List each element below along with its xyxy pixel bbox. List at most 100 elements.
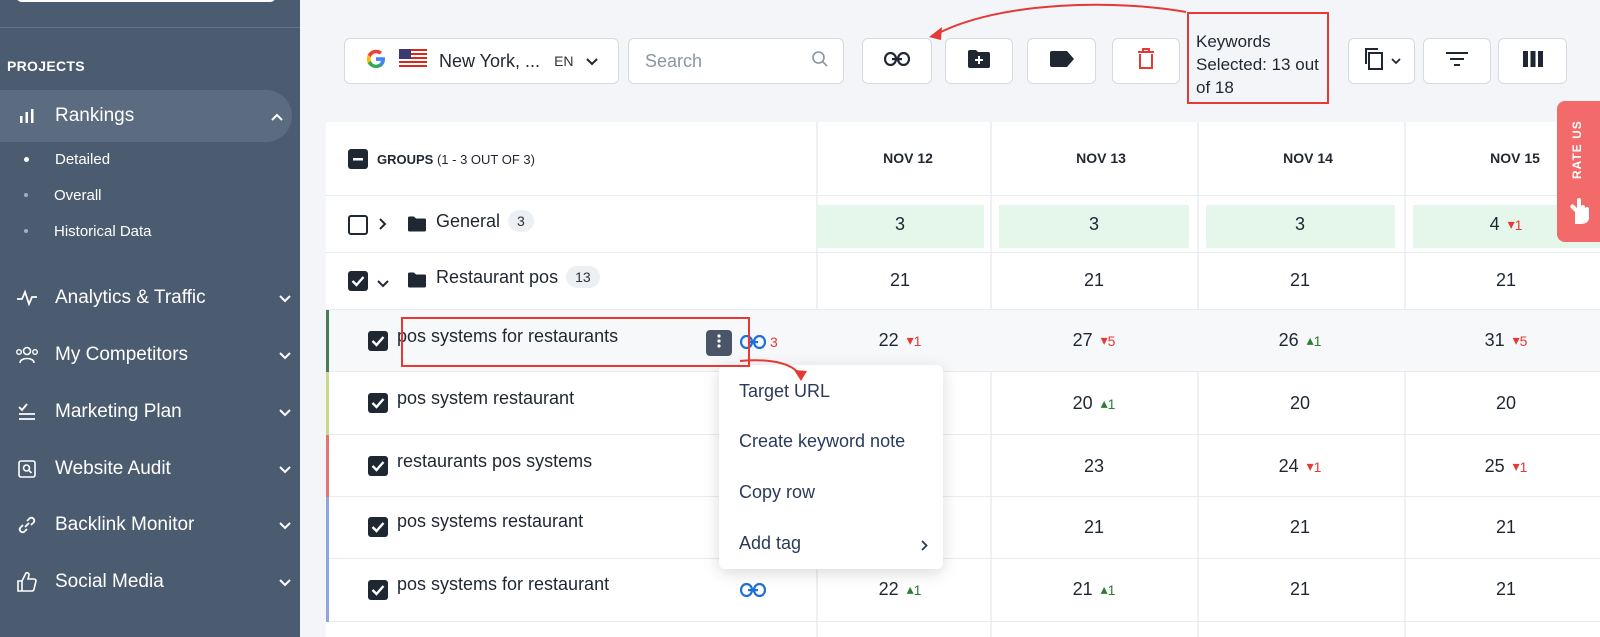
keyword-row[interactable]: restaurants pos systems 23 24 ▾ 1 25 ▾ 1 [326, 435, 1600, 497]
keyword-row[interactable]: pos systems restaurant 21 21 21 [326, 497, 1600, 559]
row-checkbox[interactable] [368, 456, 388, 476]
sidebar-item-label: Analytics & Traffic [55, 287, 206, 308]
chevron-down-icon[interactable] [270, 461, 300, 477]
bullet-icon [24, 229, 28, 233]
keyword-name[interactable]: pos systems restaurant [397, 511, 583, 532]
rank-cell: 20 ▴ 1 [1004, 393, 1184, 414]
folder-icon [407, 272, 427, 293]
row-checkbox[interactable] [348, 271, 368, 291]
group-name: General 3 [436, 210, 534, 232]
keyword-name[interactable]: pos system restaurant [397, 388, 574, 409]
bar-chart-icon [14, 103, 40, 129]
sidebar-top-input[interactable] [16, 0, 276, 2]
search-icon [811, 50, 829, 73]
link-button[interactable] [862, 38, 932, 84]
move-to-folder-button[interactable] [945, 38, 1013, 84]
groups-header: GROUPS (1 - 3 OUT OF 3) [377, 152, 535, 167]
sidebar-item-label: Website Audit [55, 458, 171, 479]
rank-value: 21 [1495, 270, 1517, 290]
keyword-name[interactable]: pos systems for restaurant [397, 574, 609, 595]
sidebar-item-website-audit[interactable]: Website Audit [0, 443, 300, 495]
copy-menu-button[interactable] [1348, 38, 1415, 84]
bullet-icon [24, 156, 29, 162]
keyword-row[interactable]: pos systems for restaurant 22 ▴ 1 21 ▴ 1 2… [326, 559, 1600, 622]
rank-cell: 31 ▾ 5 [1416, 330, 1596, 351]
row-checkbox[interactable] [368, 517, 388, 537]
link-icon [14, 512, 40, 538]
row-checkbox[interactable] [368, 331, 388, 351]
chevron-right-icon [921, 538, 928, 556]
rank-value: 21 [1289, 517, 1311, 537]
rank-value: 20 [1289, 393, 1311, 413]
rank-value: 21 [1083, 270, 1105, 290]
sidebar-item-analytics-traffic[interactable]: Analytics & Traffic [0, 272, 300, 324]
keyword-row[interactable]: pos system restaurant 20 ▴ 1 20 20 [326, 372, 1600, 435]
rankings-table: GROUPS (1 - 3 OUT OF 3) NOV 12 NOV 13 NO… [326, 122, 1600, 637]
rank-cell: 20 [1210, 393, 1390, 414]
rank-cell: 21 [810, 270, 990, 291]
link-icon[interactable] [739, 582, 767, 602]
chevron-down-icon[interactable] [377, 275, 389, 293]
date-header[interactable]: NOV 14 [1223, 150, 1393, 166]
location-selector[interactable]: New York, ... EN [344, 38, 619, 84]
thumbs-up-icon [14, 569, 40, 595]
sidebar-item-my-competitors[interactable]: My Competitors [0, 329, 300, 381]
location-language: EN [554, 53, 574, 69]
sidebar-item-marketing-plan[interactable]: Marketing Plan [0, 386, 300, 438]
rank-value: 22 [878, 330, 899, 350]
rank-delta-down: ▾ 1 [1507, 216, 1523, 233]
sidebar-item-rankings[interactable]: Rankings [0, 90, 292, 142]
rank-cell: 25 ▾ 1 [1416, 456, 1596, 477]
rank-value: 21 [1495, 579, 1517, 599]
rank-cell: 3 [1004, 214, 1184, 235]
rank-delta-down: ▾ 1 [1306, 458, 1322, 475]
row-checkbox[interactable] [368, 580, 388, 600]
row-color-indicator [326, 497, 329, 559]
menu-item-add-tag[interactable]: Add tag [739, 533, 801, 554]
chevron-down-icon[interactable] [270, 347, 300, 363]
chevron-down-icon[interactable] [270, 517, 300, 533]
select-all-checkbox[interactable] [348, 149, 368, 169]
menu-item-copy-row[interactable]: Copy row [739, 482, 815, 503]
group-label: General [436, 210, 501, 231]
sidebar: PROJECTS Rankings Detailed Overall Histo… [0, 0, 300, 637]
group-row[interactable]: General 3 3 3 3 4 ▾ 1 [326, 197, 1600, 253]
sidebar-item-backlink-monitor[interactable]: Backlink Monitor [0, 499, 300, 551]
menu-item-target-url[interactable]: Target URL [739, 381, 830, 402]
rank-cell: 3 [810, 214, 990, 235]
row-checkbox[interactable] [348, 215, 368, 235]
rank-cell: 21 [1416, 517, 1596, 538]
sidebar-subitem-detailed[interactable]: Detailed [0, 141, 110, 177]
columns-button[interactable] [1498, 38, 1567, 84]
google-icon [365, 48, 387, 75]
rate-us-tab[interactable]: RATE US [1557, 101, 1600, 242]
rank-delta-down: ▾ 5 [1512, 332, 1528, 349]
rank-value: 3 [1294, 214, 1305, 234]
rank-cell: 21 [1210, 270, 1390, 291]
chevron-down-icon[interactable] [270, 574, 300, 590]
group-row[interactable]: Restaurant pos 13 21 21 21 21 [326, 253, 1600, 310]
chevron-right-icon[interactable] [379, 217, 387, 235]
keyword-name[interactable]: restaurants pos systems [397, 451, 592, 472]
delete-button[interactable] [1112, 38, 1180, 84]
date-header[interactable]: NOV 12 [823, 150, 993, 166]
sidebar-subitem-historical-data[interactable]: Historical Data [0, 213, 152, 249]
search-field[interactable] [628, 38, 844, 84]
row-checkbox[interactable] [368, 393, 388, 413]
filter-button[interactable] [1423, 38, 1491, 84]
sidebar-subitem-overall[interactable]: Overall [0, 177, 102, 213]
menu-item-create-keyword-note[interactable]: Create keyword note [739, 431, 905, 452]
chevron-down-icon[interactable] [270, 290, 300, 306]
tag-button[interactable] [1027, 38, 1096, 84]
rank-cell: 24 ▾ 1 [1210, 456, 1390, 477]
chevron-up-icon[interactable] [262, 108, 292, 124]
location-city: New York, ... [439, 50, 541, 71]
chevron-down-icon[interactable] [270, 404, 300, 420]
rank-value: 21 [1083, 517, 1105, 537]
sidebar-item-social-media[interactable]: Social Media [0, 556, 300, 608]
date-header[interactable]: NOV 13 [1016, 150, 1186, 166]
search-input[interactable] [645, 50, 805, 72]
sidebar-item-label: Marketing Plan [55, 401, 182, 422]
rank-value: 20 [1495, 393, 1517, 413]
rank-delta-up: ▴ 1 [1100, 581, 1116, 598]
